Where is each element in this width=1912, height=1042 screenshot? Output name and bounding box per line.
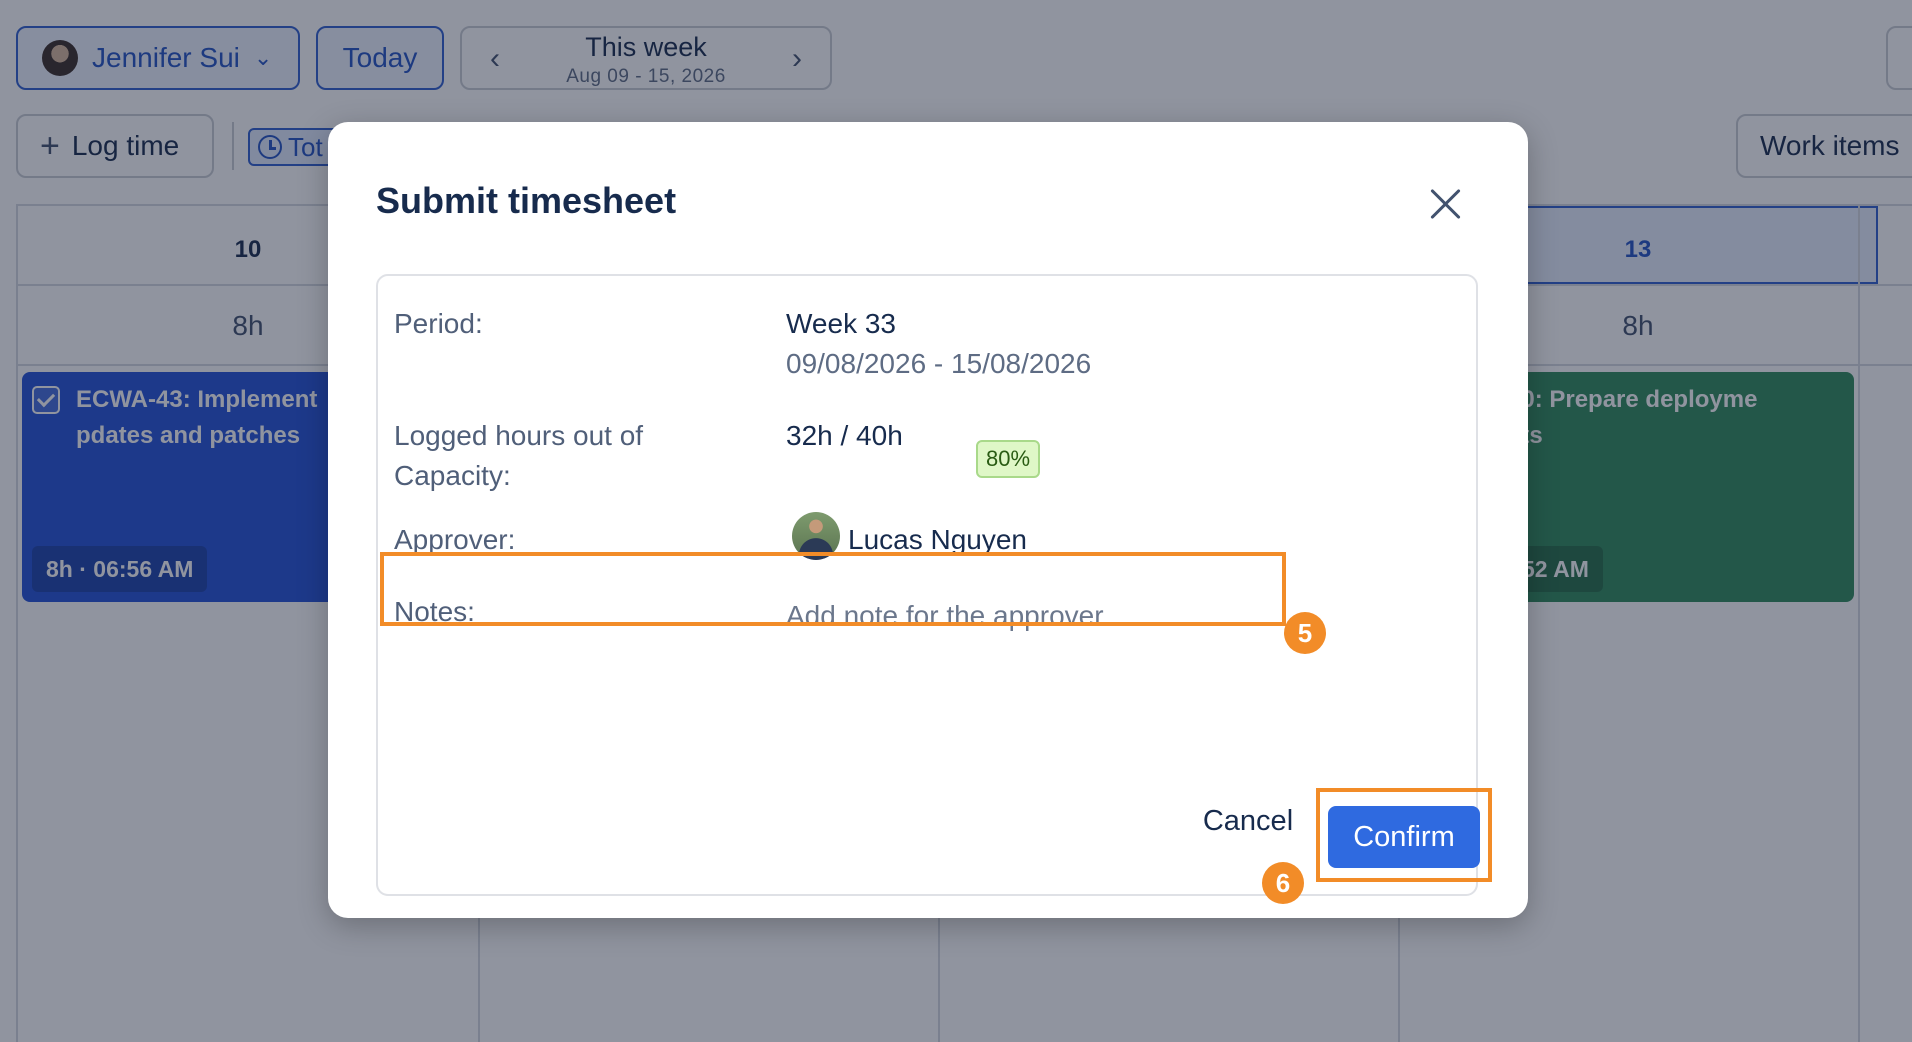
approver-avatar — [792, 512, 840, 560]
period-week: Week 33 — [786, 308, 896, 339]
approver-label: Approver: — [394, 524, 516, 555]
cancel-button[interactable]: Cancel — [1178, 794, 1318, 848]
step-badge: 5 — [1284, 612, 1326, 654]
approver-name[interactable]: Lucas Nguyen — [848, 520, 1027, 560]
step-badge: 6 — [1262, 862, 1304, 904]
logged-hours-label-line: Logged hours out of — [394, 420, 644, 451]
dialog-title: Submit timesheet — [376, 180, 677, 221]
logged-hours-label: Logged hours out of Capacity: — [394, 416, 643, 496]
period-dates: 09/08/2026 - 15/08/2026 — [786, 348, 1092, 379]
submit-timesheet-dialog: Submit timesheet Period: Week 33 09/08/2… — [328, 122, 1528, 918]
period-label: Period: — [394, 308, 483, 339]
capacity-percent-badge: 80% — [976, 440, 1041, 478]
logged-hours-value: 32h / 40h — [786, 420, 903, 451]
notes-input[interactable] — [786, 596, 1426, 636]
close-icon[interactable] — [1426, 184, 1466, 224]
notes-label: Notes: — [394, 596, 475, 627]
logged-hours-label-line: Capacity: — [394, 460, 511, 491]
confirm-button[interactable]: Confirm — [1328, 806, 1480, 868]
